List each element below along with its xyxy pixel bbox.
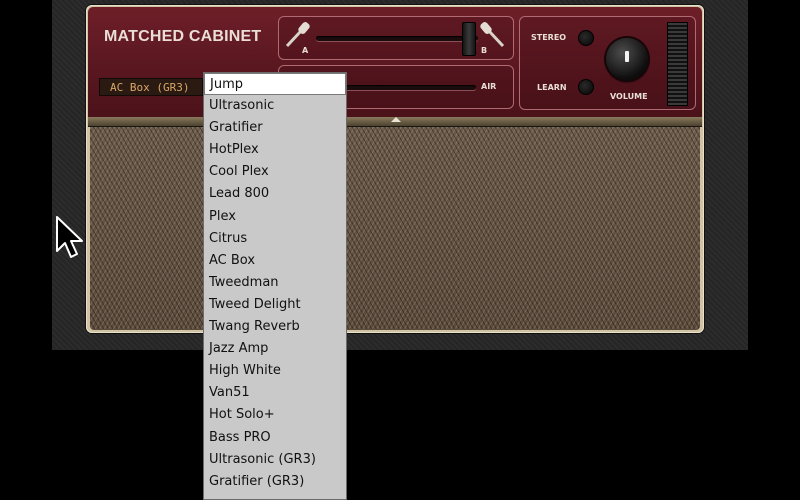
dropdown-option[interactable]: Van51 <box>204 382 346 404</box>
dropdown-option[interactable]: Ultrasonic (GR3) <box>204 449 346 471</box>
empty-area <box>52 350 748 500</box>
dropdown-option[interactable]: Gratifier (GR3) <box>204 471 346 493</box>
stereo-label: STEREO <box>531 33 567 42</box>
mouse-pointer-icon <box>56 216 83 258</box>
mic-b-label: B <box>481 46 488 55</box>
dropdown-option[interactable]: Tweed Delight <box>204 294 346 316</box>
cabinet-preset-select[interactable]: AC Box (GR3) <box>99 78 203 96</box>
dropdown-option[interactable]: Jump <box>204 73 346 96</box>
plugin-title: MATCHED CABINET <box>104 28 262 45</box>
panel-strip <box>88 117 702 127</box>
stereo-button[interactable] <box>578 30 594 46</box>
dropdown-option[interactable]: Gratifier <box>204 117 346 139</box>
speaker-grille <box>90 127 700 330</box>
dropdown-option[interactable]: High White <box>204 360 346 382</box>
dropdown-option[interactable]: Lead 800 <box>204 183 346 205</box>
dropdown-option[interactable]: HotPlex <box>204 139 346 161</box>
dropdown-option[interactable]: Tweedman <box>204 272 346 294</box>
dropdown-option[interactable]: Jazz Amp <box>204 338 346 360</box>
cabinet-dropdown-list[interactable]: Jump Ultrasonic Gratifier HotPlex Cool Plex L… <box>203 72 347 500</box>
learn-label: LEARN <box>537 83 567 92</box>
dropdown-option[interactable]: Plex <box>204 206 346 228</box>
left-black-border <box>0 0 52 500</box>
volume-label: VOLUME <box>610 92 648 101</box>
dropdown-option[interactable]: Citrus <box>204 228 346 250</box>
dropdown-option[interactable]: Ultrasonic <box>204 95 346 117</box>
level-meter <box>667 22 688 106</box>
dropdown-option[interactable]: Cool Plex <box>204 161 346 183</box>
collapse-arrow-icon[interactable] <box>391 117 401 122</box>
volume-knob[interactable] <box>606 38 648 80</box>
mic-blend-slider[interactable] <box>316 36 478 41</box>
learn-button[interactable] <box>578 79 594 95</box>
right-black-border <box>748 0 800 500</box>
dropdown-option[interactable]: Twang Reverb <box>204 316 346 338</box>
dropdown-option[interactable]: AC Box <box>204 250 346 272</box>
dropdown-option[interactable]: Hot Solo+ <box>204 404 346 426</box>
mic-a-label: A <box>302 46 309 55</box>
mic-blend-slider-thumb[interactable] <box>462 22 476 56</box>
air-label: AIR <box>481 82 497 91</box>
dropdown-option[interactable]: Bass PRO <box>204 427 346 449</box>
